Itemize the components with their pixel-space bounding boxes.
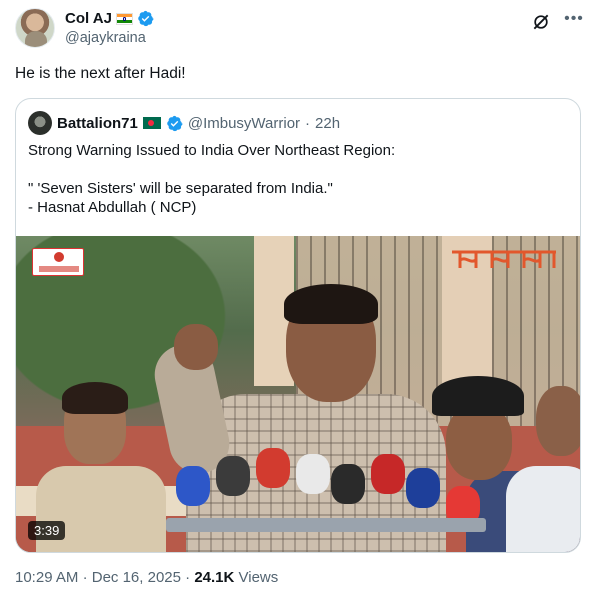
quoted-author-name: Battalion71 — [57, 114, 138, 132]
author-name-row: Col AJ — [65, 10, 154, 27]
quoted-post-header: Battalion71 @ImbusyWarrior · 22h — [28, 111, 340, 135]
quoted-post-time: 22h — [315, 114, 341, 132]
post-header: Col AJ @ajaykraina ••• — [15, 8, 585, 48]
quoted-post-card[interactable]: Battalion71 @ImbusyWarrior · 22h Strong … — [15, 98, 581, 553]
author-display-name[interactable]: Col AJ — [65, 10, 112, 27]
channel-logo — [32, 248, 84, 276]
more-icon[interactable]: ••• — [563, 10, 585, 32]
quoted-author-handle: @ImbusyWarrior — [187, 114, 301, 132]
views-count: 24.1K — [194, 569, 235, 586]
channel-watermark — [452, 250, 556, 268]
india-flag-icon — [115, 12, 133, 25]
post-meta: 10:29 AM · Dec 16, 2025 · 24.1K Views — [15, 569, 278, 586]
separator-dot: · — [185, 569, 191, 586]
author-handle[interactable]: @ajaykraina — [65, 30, 146, 46]
quoted-author-avatar — [28, 111, 52, 135]
video-duration-badge: 3:39 — [28, 521, 66, 540]
quoted-text-line: Strong Warning Issued to India Over Nort… — [28, 142, 396, 159]
separator-dot: · — [82, 569, 88, 586]
verified-badge-icon — [138, 10, 154, 27]
video-person — [506, 386, 580, 552]
post-time[interactable]: 10:29 AM — [15, 569, 78, 586]
microphone-cluster — [166, 446, 496, 552]
video-player[interactable]: 3:39 — [16, 236, 580, 552]
quoted-text-line: " 'Seven Sisters' will be separated from… — [28, 180, 333, 197]
separator-dot: · — [305, 114, 311, 132]
post-text: He is the next after Hadi! — [15, 65, 186, 82]
bangladesh-flag-icon — [142, 117, 161, 129]
post-date[interactable]: Dec 16, 2025 — [92, 569, 181, 586]
verified-badge-icon — [167, 115, 183, 131]
author-avatar[interactable] — [15, 8, 55, 48]
podium-bar — [166, 518, 486, 532]
quoted-text-line: - Hasnat Abdullah ( NCP) — [28, 199, 197, 216]
grok-icon[interactable] — [531, 12, 551, 32]
views-label: Views — [238, 569, 279, 586]
post: Col AJ @ajaykraina ••• He is the next af… — [0, 0, 597, 606]
